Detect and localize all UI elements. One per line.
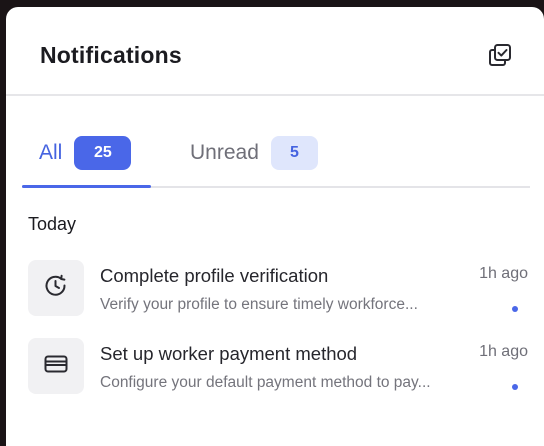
notification-title: Set up worker payment method: [100, 343, 358, 364]
notification-description: Verify your profile to ensure timely wor…: [100, 296, 418, 313]
clock-refresh-icon: [43, 273, 69, 304]
notification-description: Configure your default payment method to…: [100, 374, 431, 391]
wallet-card-icon: [43, 351, 69, 382]
section-heading-today: Today: [28, 214, 77, 234]
notification-tabs: All 25 Unread 5: [22, 96, 530, 188]
unread-indicator-dot: [512, 306, 518, 312]
panel-title: Notifications: [40, 42, 182, 68]
unread-indicator-dot: [512, 384, 518, 390]
tab-unread-count-badge: 5: [270, 136, 318, 170]
notifications-panel: Notifications All 25 Unread 5 Today Comp…: [6, 7, 544, 446]
notification-icon-container: [28, 338, 84, 394]
notification-icon-container: [28, 260, 84, 316]
notification-timestamp: 1h ago: [479, 343, 528, 360]
tab-all-count-badge: 25: [74, 136, 132, 170]
tab-unread[interactable]: Unread 5: [190, 136, 318, 170]
tab-all[interactable]: All 25: [39, 136, 132, 170]
tab-all-label: All: [39, 141, 63, 164]
notification-item[interactable]: Set up worker payment method Configure y…: [28, 338, 528, 398]
notification-timestamp: 1h ago: [479, 265, 528, 282]
mark-all-read-button[interactable]: [484, 41, 516, 73]
active-tab-indicator: [22, 185, 151, 188]
tab-unread-label: Unread: [190, 141, 259, 164]
notification-item[interactable]: Complete profile verification Verify you…: [28, 260, 528, 320]
panel-header: Notifications: [6, 7, 544, 96]
mark-all-read-icon: [487, 42, 513, 73]
notification-title: Complete profile verification: [100, 265, 329, 286]
